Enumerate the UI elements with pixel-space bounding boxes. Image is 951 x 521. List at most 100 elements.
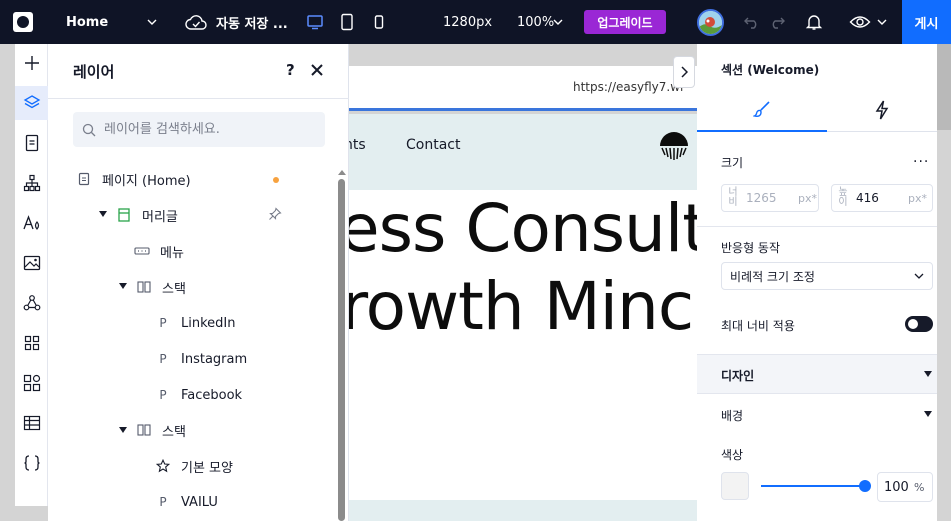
tab-interactions[interactable] [827,88,937,132]
layer-page-home[interactable]: 페이지 (Home) [76,167,191,191]
chevron-down-icon[interactable] [147,0,157,44]
expand-arrow-icon[interactable] [119,283,127,289]
site-structure-icon[interactable] [15,166,48,200]
page-selector[interactable]: Home [66,0,108,44]
layers-icon[interactable] [15,86,48,120]
site-header[interactable]: hts Contact [349,114,697,190]
layers-panel: 레이어 ? 페이지 (Home) 머리글 메뉴 스택 [48,44,349,521]
expand-arrow-icon[interactable] [99,211,107,217]
bell-icon[interactable] [805,0,823,44]
business-apps-icon[interactable] [15,366,48,400]
layer-label: 머리글 [142,209,178,225]
more-options-icon[interactable]: ··· [913,154,929,170]
layer-label: Instagram [181,351,248,367]
layer-label: 스택 [162,281,186,297]
inspector-panel: 섹션 (Welcome) 크기 ··· 너비 1265 px* 높이 416 p… [697,44,937,521]
layers-header: 레이어 ? [48,44,349,99]
eye-icon[interactable] [849,0,871,44]
undo-icon[interactable] [743,0,761,44]
layer-header[interactable]: 머리글 [116,203,178,227]
opacity-unit: % [914,480,925,494]
mobile-view-icon[interactable] [373,0,385,44]
opacity-slider-fill [761,485,865,487]
layer-search[interactable] [73,112,325,147]
layer-basic-shape[interactable]: 기본 모양 [155,454,233,478]
responsive-value: 비례적 크기 조정 [730,269,815,284]
height-field[interactable]: 높이 416 px* [831,184,933,212]
scroll-up-icon[interactable] [338,164,346,179]
layer-stack[interactable]: 스택 [136,275,186,299]
site-url: https://easyfly7.wi [573,80,684,94]
pages-icon[interactable] [15,126,48,160]
editor-canvas[interactable]: https://easyfly7.wi hts Contact ess Cons… [349,44,697,521]
pin-icon[interactable] [268,207,282,225]
design-section-header[interactable]: 디자인 [697,354,937,394]
header-icon [116,208,132,222]
resolution-readout[interactable]: 1280px [443,0,492,44]
network-icon[interactable] [15,286,48,320]
height-unit: px* [908,191,927,205]
publish-button[interactable]: 게시 [902,0,951,44]
scrollbar[interactable] [338,179,345,521]
help-button[interactable]: ? [286,61,295,79]
scrollbar[interactable] [937,44,951,130]
layer-instagram[interactable]: P Instagram [155,347,247,371]
layer-facebook[interactable]: P Facebook [155,383,242,407]
upgrade-button[interactable]: 업그레이드 [584,10,666,34]
layer-stack[interactable]: 스택 [136,418,186,442]
close-icon[interactable] [310,63,324,81]
width-value[interactable]: 1265 [746,191,792,205]
tab-design[interactable] [697,88,827,132]
nav-link-contact[interactable]: Contact [406,137,460,153]
height-value[interactable]: 416 [856,191,902,205]
width-field[interactable]: 너비 1265 px* [721,184,819,212]
height-label: 높이 [838,187,848,208]
cms-table-icon[interactable] [15,406,48,440]
collapse-arrow-icon[interactable] [924,411,932,417]
max-width-toggle[interactable] [905,316,933,332]
menu-icon [134,246,150,256]
nav-link-partial[interactable]: hts [349,137,366,153]
collapse-arrow-icon[interactable] [924,371,932,377]
hero-heading-line1[interactable]: ess Consult [349,190,697,267]
hero-heading-line2[interactable]: rowth Minc [349,268,694,345]
paragraph-icon: P [159,495,167,509]
zoom-level[interactable]: 100% [517,0,554,44]
chevron-down-icon [914,273,924,279]
paragraph-icon: P [159,388,167,402]
layer-linkedin[interactable]: P LinkedIn [155,311,235,335]
tablet-view-icon[interactable] [340,0,354,44]
opacity-slider-handle[interactable] [859,480,871,492]
layer-label: 페이지 (Home) [102,173,191,189]
layer-label: 기본 모양 [181,460,233,476]
color-swatch[interactable] [721,472,749,500]
layer-menu[interactable]: 메뉴 [134,239,184,263]
expand-arrow-icon[interactable] [119,427,127,433]
text-theme-icon[interactable] [15,206,48,240]
avatar[interactable] [697,9,724,36]
layer-label: 스택 [162,424,186,440]
layer-label: 메뉴 [160,245,184,261]
chevron-down-icon[interactable] [553,0,563,44]
add-icon[interactable] [15,46,48,80]
opacity-value[interactable]: 100 [884,480,914,495]
expand-panel-button[interactable] [673,56,695,88]
redo-icon[interactable] [768,0,786,44]
wix-logo-icon[interactable] [12,0,34,44]
code-braces-icon[interactable] [15,446,48,480]
chevron-down-icon[interactable] [877,0,887,44]
top-bar: Home 자동 저장 ... 1280px 100% 업그레이드 게시 [0,0,951,44]
search-input[interactable] [104,122,304,137]
size-label: 크기 [721,156,744,170]
opacity-slider[interactable] [761,485,865,487]
color-label: 색상 [721,448,744,462]
autosave-status: 자동 저장 ... [216,16,288,32]
site-logo-icon[interactable] [659,131,689,165]
layer-vailu[interactable]: P VAILU [155,490,218,514]
opacity-field[interactable]: 100 % [877,472,933,502]
desktop-view-icon[interactable] [306,0,324,44]
media-icon[interactable] [15,246,48,280]
responsive-dropdown[interactable]: 비례적 크기 조정 [721,262,933,290]
apps-icon[interactable] [15,326,48,360]
divider [697,226,937,227]
